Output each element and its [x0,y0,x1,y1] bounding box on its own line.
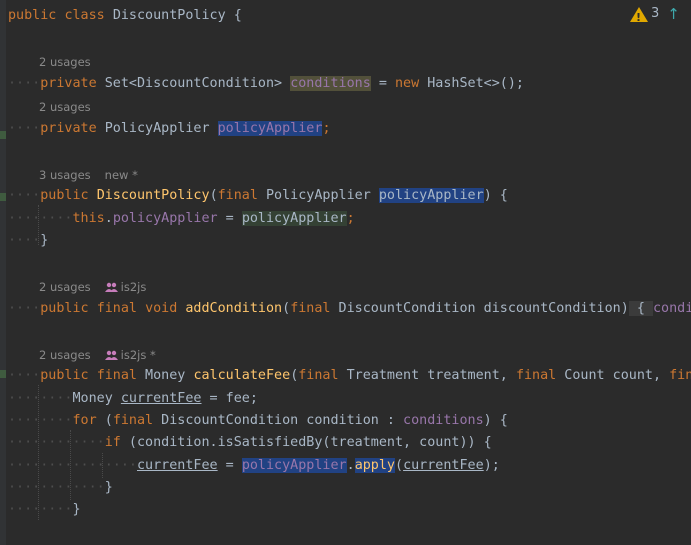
field-name: policyApplier [217,121,323,136]
variable: currentFee [137,458,218,473]
keyword: void [145,301,178,316]
keyword: public [40,368,89,383]
keyword: final [96,368,137,383]
keyword: private [40,76,97,91]
class-name: DiscountPolicy [112,8,226,23]
semicolon: ; [322,121,331,136]
keyword: public [40,301,89,316]
keyword: new [395,76,420,91]
variable: currentFee [120,391,202,406]
folded-region[interactable]: { [628,301,653,316]
usages-count[interactable]: 3 usages [39,168,91,182]
field-name: policyApplier [241,458,347,473]
brace: } [104,480,113,495]
change-marker [0,131,6,139]
keyword: final [298,368,339,383]
operator: = [217,211,242,226]
field-name: conditions [290,76,371,91]
paren: ) [620,301,629,316]
keyword: for [72,413,97,428]
type: Money [72,391,121,406]
paren: ) { [483,413,508,428]
paren: ( [209,188,218,203]
paren: ( [395,458,404,473]
user-group-icon [104,350,118,360]
code-line-field-policyApplier[interactable]: ····private PolicyApplier policyApplier; [8,119,691,139]
method-name: addCondition [185,301,283,316]
keyword: class [64,8,105,23]
operator: = [370,76,395,91]
method-name: DiscountPolicy [96,188,210,203]
usages-count[interactable]: 2 usages [39,280,91,294]
type: PolicyApplier [257,188,379,203]
brace: } [72,502,81,517]
code-line-if[interactable]: ············if (condition.isSatisfiedBy(… [8,433,691,453]
keyword: public [40,188,89,203]
parameter: Treatment treatment, [338,368,516,383]
code-line-close-if[interactable]: ············} [8,478,691,498]
usages-hint[interactable]: 3 usages new * [39,167,138,183]
code-line-addCondition[interactable]: ····public final void addCondition(final… [8,299,691,319]
brace: } [40,233,49,248]
loop-declaration: DiscountCondition condition : [153,413,404,428]
keyword: if [104,435,121,450]
parameter: Count count, [556,368,670,383]
field-name: condit [652,301,691,316]
user-group-icon [104,282,118,292]
field-name: conditions [403,413,484,428]
method-name: calculateFee [193,368,291,383]
paren: ) { [483,188,508,203]
keyword: private [40,121,97,136]
paren: ( [96,413,113,428]
usages-count[interactable]: 2 usages [39,348,91,362]
keyword: final [290,301,331,316]
expression: = fee; [201,391,258,406]
keyword: final [112,413,154,428]
change-marker [0,193,6,201]
field-name: policyApplier [112,211,218,226]
editor-gutter[interactable] [0,0,6,545]
usages-hint[interactable]: 2 usages is2js [39,279,146,295]
keyword: final [217,188,258,203]
code-line-local-var[interactable]: ········Money currentFee = fee; [8,389,691,409]
author-hint[interactable]: is2js [121,280,147,294]
code-line-assignment[interactable]: ········this.policyApplier = policyAppli… [8,209,691,229]
parameter: policyApplier [241,211,347,226]
change-marker [0,370,6,378]
type: Set<DiscountCondition> [104,76,283,91]
operator: = [217,458,242,473]
keyword: fina [669,368,691,383]
code-line-field-conditions[interactable]: ····private Set<DiscountCondition> condi… [8,74,691,94]
dot: . [104,211,113,226]
code-line-constructor[interactable]: ····public DiscountPolicy(final PolicyAp… [8,186,691,206]
semicolon: ; [346,211,355,226]
type: PolicyApplier [104,121,210,136]
code-line-class[interactable]: public class DiscountPolicy { [8,6,691,26]
paren: ( [282,301,291,316]
author-hint[interactable]: new * [105,168,138,182]
brace: { [225,8,242,23]
paren: ); [483,458,500,473]
usages-hint[interactable]: 2 usages [39,99,91,115]
usages-hint[interactable]: 2 usages is2js * [39,347,156,363]
code-line-apply[interactable]: ················currentFee = policyAppli… [8,456,691,476]
usages-hint[interactable]: 2 usages [39,54,91,70]
parameters: DiscountCondition discountCondition [330,301,621,316]
keyword: final [96,301,137,316]
expression: HashSet<>(); [419,76,524,91]
dot: . [346,458,355,473]
code-line-for[interactable]: ········for (final DiscountCondition con… [8,411,691,431]
keyword: this [72,211,105,226]
code-line-close-for[interactable]: ········} [8,500,691,520]
keyword: public [8,8,57,23]
type: Money [137,368,194,383]
parameter: policyApplier [378,188,484,203]
author-hint[interactable]: is2js * [121,348,156,362]
method-call: apply [354,458,395,473]
condition: (condition.isSatisfiedBy(treatment, coun… [120,435,492,450]
code-line-close[interactable]: ····} [8,231,691,251]
keyword: final [515,368,557,383]
variable: currentFee [403,458,484,473]
code-line-calculateFee[interactable]: ····public final Money calculateFee(fina… [8,366,691,386]
